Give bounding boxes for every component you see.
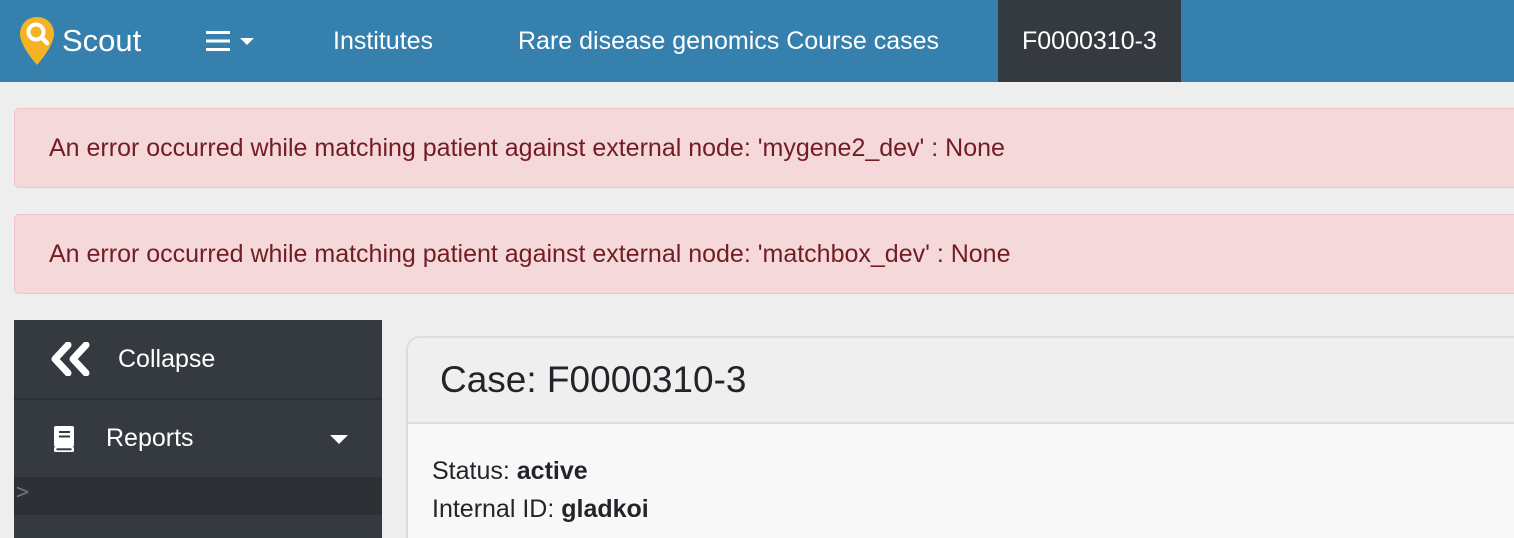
alert-message: An error occurred while matching patient… xyxy=(49,239,1011,268)
submenu-marker: > xyxy=(16,480,30,505)
hamburger-icon xyxy=(206,31,230,51)
internal-id-value: gladkoi xyxy=(561,495,649,523)
scout-home-link[interactable]: Scout xyxy=(18,16,141,66)
brand-name: Scout xyxy=(62,23,142,58)
main-menu-toggle[interactable] xyxy=(206,26,254,56)
sidebar: Collapse Reports > xyxy=(14,320,382,538)
error-alert-mygene2: An error occurred while matching patient… xyxy=(14,108,1514,188)
internal-id-label: Internal ID: xyxy=(432,495,555,523)
case-status-row: Status: active xyxy=(432,452,1514,490)
error-alert-matchbox: An error occurred while matching patient… xyxy=(14,214,1514,294)
sidebar-collapse-label: Collapse xyxy=(118,344,216,373)
sidebar-reports-label: Reports xyxy=(106,424,194,452)
book-icon xyxy=(54,425,74,452)
case-title: Case: F0000310-3 xyxy=(440,359,747,400)
status-label: Status: xyxy=(432,457,510,485)
nav-link-course-cases[interactable]: Rare disease genomics Course cases xyxy=(518,0,939,82)
case-internal-id-row: Internal ID: gladkoi xyxy=(432,490,1514,528)
scout-logo-icon xyxy=(20,17,54,65)
top-navbar: Scout Institutes Rare disease genomics C… xyxy=(0,0,1514,82)
sidebar-submenu xyxy=(14,477,382,515)
status-value: active xyxy=(516,457,588,485)
sidebar-collapse-button[interactable]: Collapse xyxy=(14,320,382,398)
caret-down-icon xyxy=(240,37,254,45)
case-card: Case: F0000310-3 Status: active Internal… xyxy=(406,336,1514,538)
double-chevron-left-icon xyxy=(51,342,90,376)
caret-down-icon[interactable] xyxy=(330,435,348,444)
case-card-header: Case: F0000310-3 xyxy=(408,338,1514,424)
alert-message: An error occurred while matching patient… xyxy=(49,133,1005,162)
case-card-body: Status: active Internal ID: gladkoi xyxy=(408,424,1514,528)
sidebar-item-reports[interactable]: Reports xyxy=(14,400,382,477)
nav-link-current-case[interactable]: F0000310-3 xyxy=(998,0,1181,82)
nav-link-institutes[interactable]: Institutes xyxy=(333,0,433,82)
